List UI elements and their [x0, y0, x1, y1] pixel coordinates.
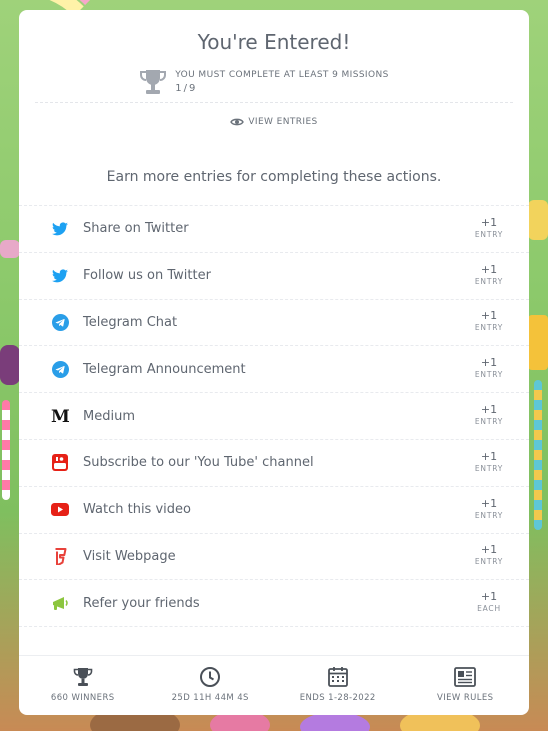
action-refer-friends[interactable]: Refer your friends +1 EACH: [19, 580, 529, 628]
actions-subtitle: Earn more entries for completing these a…: [106, 169, 442, 185]
mission-requirement: YOU MUST COMPLETE AT LEAST 9 MISSIONS 1/…: [19, 68, 529, 102]
medium-icon: M: [51, 407, 69, 425]
view-entries-link[interactable]: VIEW ENTRIES: [19, 103, 529, 141]
svg-text:M: M: [51, 408, 69, 424]
giveaway-widget: You're Entered! YOU MUST COMPLETE AT LEA…: [19, 10, 529, 715]
action-medium[interactable]: M Medium +1 ENTRY: [19, 393, 529, 440]
action-label: Medium: [83, 408, 135, 424]
telegram-icon: [51, 313, 69, 331]
action-label: Visit Webpage: [83, 548, 176, 564]
actions-list: Share on Twitter +1 ENTRY Follow us on Tw…: [19, 205, 529, 628]
entry-points: +1 ENTRY: [474, 262, 504, 286]
entry-points: +1 ENTRY: [474, 449, 504, 473]
twitter-icon: [51, 220, 69, 238]
action-subscribe-youtube[interactable]: Subscribe to our 'You Tube' channel +1 EN…: [19, 440, 529, 487]
action-label: Telegram Announcement: [83, 361, 246, 377]
footer-end-date: ENDS 1-28-2022: [274, 656, 402, 715]
action-label: Share on Twitter: [83, 221, 189, 237]
twitter-icon: [51, 267, 69, 285]
entry-points: +1 EACH: [477, 590, 501, 614]
clock-icon: [200, 667, 221, 687]
mission-text: YOU MUST COMPLETE AT LEAST 9 MISSIONS: [175, 70, 389, 80]
action-label: Refer your friends: [83, 595, 200, 611]
countdown-timer: 25D 11H 44M 4S: [171, 693, 249, 703]
eye-icon: [230, 118, 245, 126]
mission-progress: 1/9: [175, 83, 198, 94]
foursquare-icon: [51, 547, 69, 565]
action-telegram-announcement[interactable]: Telegram Announcement +1 ENTRY: [19, 346, 529, 394]
action-visit-webpage[interactable]: Visit Webpage +1 ENTRY: [19, 534, 529, 581]
entry-points: +1 ENTRY: [474, 543, 504, 567]
calendar-icon: [327, 667, 348, 687]
action-follow-twitter[interactable]: Follow us on Twitter +1 ENTRY: [19, 253, 529, 300]
view-entries-label: VIEW ENTRIES: [248, 117, 318, 127]
entry-points: +1 ENTRY: [474, 356, 504, 380]
youtube-logo-icon: [51, 454, 69, 472]
trophy-icon: [73, 668, 93, 686]
action-label: Follow us on Twitter: [83, 268, 211, 284]
entry-points: +1 ENTRY: [474, 403, 504, 427]
newspaper-icon: [454, 667, 477, 687]
action-label: Watch this video: [83, 502, 191, 518]
footer-countdown: 25D 11H 44M 4S: [147, 656, 275, 715]
widget-footer: 660 WINNERS 25D 11H 44M 4S ENDS 1-28-202…: [19, 655, 529, 715]
end-date: ENDS 1-28-2022: [299, 693, 376, 703]
view-rules-link[interactable]: VIEW RULES: [437, 693, 493, 703]
action-share-twitter[interactable]: Share on Twitter +1 ENTRY: [19, 206, 529, 253]
footer-view-rules[interactable]: VIEW RULES: [402, 656, 530, 715]
footer-winners: 660 WINNERS: [19, 656, 147, 715]
entry-points: +1 ENTRY: [474, 309, 504, 333]
page-title: You're Entered!: [197, 30, 351, 54]
youtube-play-icon: [51, 501, 69, 519]
winners-count: 660 WINNERS: [50, 693, 115, 703]
megaphone-icon: [51, 594, 69, 612]
entry-points: +1 ENTRY: [474, 496, 504, 520]
telegram-icon: [51, 360, 69, 378]
action-watch-video[interactable]: Watch this video +1 ENTRY: [19, 487, 529, 534]
action-telegram-chat[interactable]: Telegram Chat +1 ENTRY: [19, 300, 529, 347]
trophy-icon: [140, 70, 167, 94]
action-label: Subscribe to our 'You Tube' channel: [83, 455, 314, 471]
entry-points: +1 ENTRY: [474, 215, 504, 239]
action-label: Telegram Chat: [83, 314, 178, 330]
